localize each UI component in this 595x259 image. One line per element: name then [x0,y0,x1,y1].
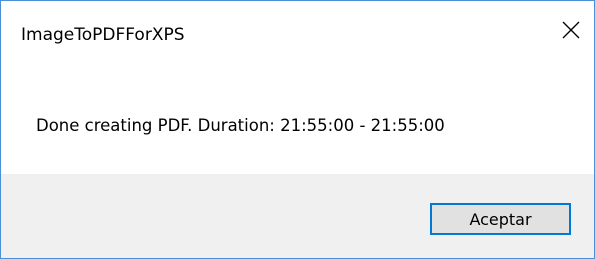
title-bar[interactable]: ImageToPDFForXPS [1,1,594,59]
dialog-content: Done creating PDF. Duration: 21:55:00 - … [1,59,594,174]
close-button[interactable] [548,1,594,59]
message-dialog: ImageToPDFForXPS Done creating PDF. Dura… [0,0,595,259]
window-title: ImageToPDFForXPS [21,25,185,45]
dialog-message: Done creating PDF. Duration: 21:55:00 - … [36,116,445,135]
close-icon [562,21,580,39]
dialog-footer: Aceptar [1,174,594,258]
ok-button[interactable]: Aceptar [430,203,571,235]
ok-button-label: Aceptar [469,209,532,229]
